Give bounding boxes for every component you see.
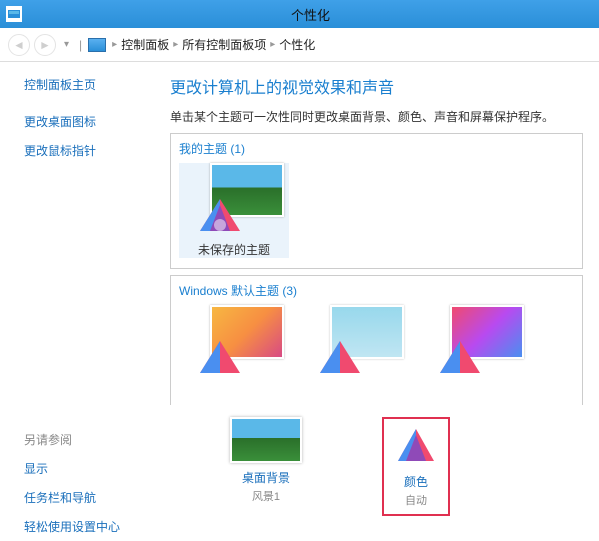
- theme-default-2[interactable]: [299, 305, 409, 383]
- nav-bar: ◄ ► ▾ | ▸ 控制面板 ▸ 所有控制面板项 ▸ 个性化: [0, 28, 599, 62]
- bottom-options: 桌面背景 风景1 颜色 自动: [170, 411, 583, 516]
- content-body: 控制面板主页 更改桌面图标 更改鼠标指针 另请参阅 显示 任务栏和导航 轻松使用…: [0, 62, 599, 541]
- sidebar: 控制面板主页 更改桌面图标 更改鼠标指针 另请参阅 显示 任务栏和导航 轻松使用…: [0, 62, 170, 541]
- page-heading: 更改计算机上的视觉效果和声音: [170, 74, 583, 98]
- win-themes-title: Windows 默认主题 (3): [179, 282, 574, 299]
- desktop-bg-label: 桌面背景: [230, 469, 302, 486]
- desktop-bg-thumb: [230, 417, 302, 463]
- desktop-background-option[interactable]: 桌面背景 风景1: [230, 417, 302, 504]
- my-themes-group: 我的主题 (1) 未保存的主题: [170, 133, 583, 269]
- color-value: 自动: [394, 492, 438, 508]
- breadcrumb-personalization[interactable]: 个性化: [279, 36, 315, 53]
- sidebar-link-mouse-pointer[interactable]: 更改鼠标指针: [24, 142, 170, 159]
- window-title: 个性化: [28, 5, 593, 24]
- main-panel: 更改计算机上的视觉效果和声音 单击某个主题可一次性同时更改桌面背景、颜色、声音和…: [170, 62, 599, 541]
- theme-default-3[interactable]: [419, 305, 529, 383]
- my-themes-title: 我的主题 (1): [179, 140, 574, 157]
- titlebar: 个性化: [0, 0, 599, 28]
- separator: |: [79, 38, 82, 52]
- control-panel-icon: [88, 38, 106, 52]
- chevron-right-icon: ▸: [112, 39, 117, 50]
- window-icon: [6, 6, 22, 22]
- see-also-taskbar[interactable]: 任务栏和导航: [24, 489, 170, 506]
- color-label: 颜色: [394, 473, 438, 490]
- breadcrumb-control-panel[interactable]: 控制面板: [121, 36, 169, 53]
- chevron-right-icon: ▸: [173, 39, 178, 50]
- win-themes-group: Windows 默认主题 (3): [170, 275, 583, 405]
- desktop-bg-value: 风景1: [230, 488, 302, 504]
- theme-thumbnail: [184, 163, 284, 237]
- sidebar-home[interactable]: 控制面板主页: [24, 76, 170, 93]
- chevron-down-icon[interactable]: ▾: [64, 39, 69, 50]
- forward-button[interactable]: ►: [34, 34, 56, 56]
- chevron-right-icon: ▸: [270, 39, 275, 50]
- see-also-ease[interactable]: 轻松使用设置中心: [24, 518, 170, 535]
- color-option-highlight: 颜色 自动: [382, 417, 450, 516]
- page-subtext: 单击某个主题可一次性同时更改桌面背景、颜色、声音和屏幕保护程序。: [170, 108, 583, 125]
- sidebar-link-desktop-icons[interactable]: 更改桌面图标: [24, 113, 170, 130]
- breadcrumb-all-items[interactable]: 所有控制面板项: [182, 36, 266, 53]
- back-button[interactable]: ◄: [8, 34, 30, 56]
- color-option[interactable]: 颜色 自动: [394, 427, 438, 508]
- color-icon: [394, 427, 438, 465]
- see-also-display[interactable]: 显示: [24, 460, 170, 477]
- theme-default-1[interactable]: [179, 305, 289, 383]
- color-swatch-icon: [194, 195, 246, 237]
- theme-unsaved[interactable]: 未保存的主题: [179, 163, 289, 258]
- see-also-label: 另请参阅: [24, 431, 170, 448]
- theme-label: 未保存的主题: [179, 241, 289, 258]
